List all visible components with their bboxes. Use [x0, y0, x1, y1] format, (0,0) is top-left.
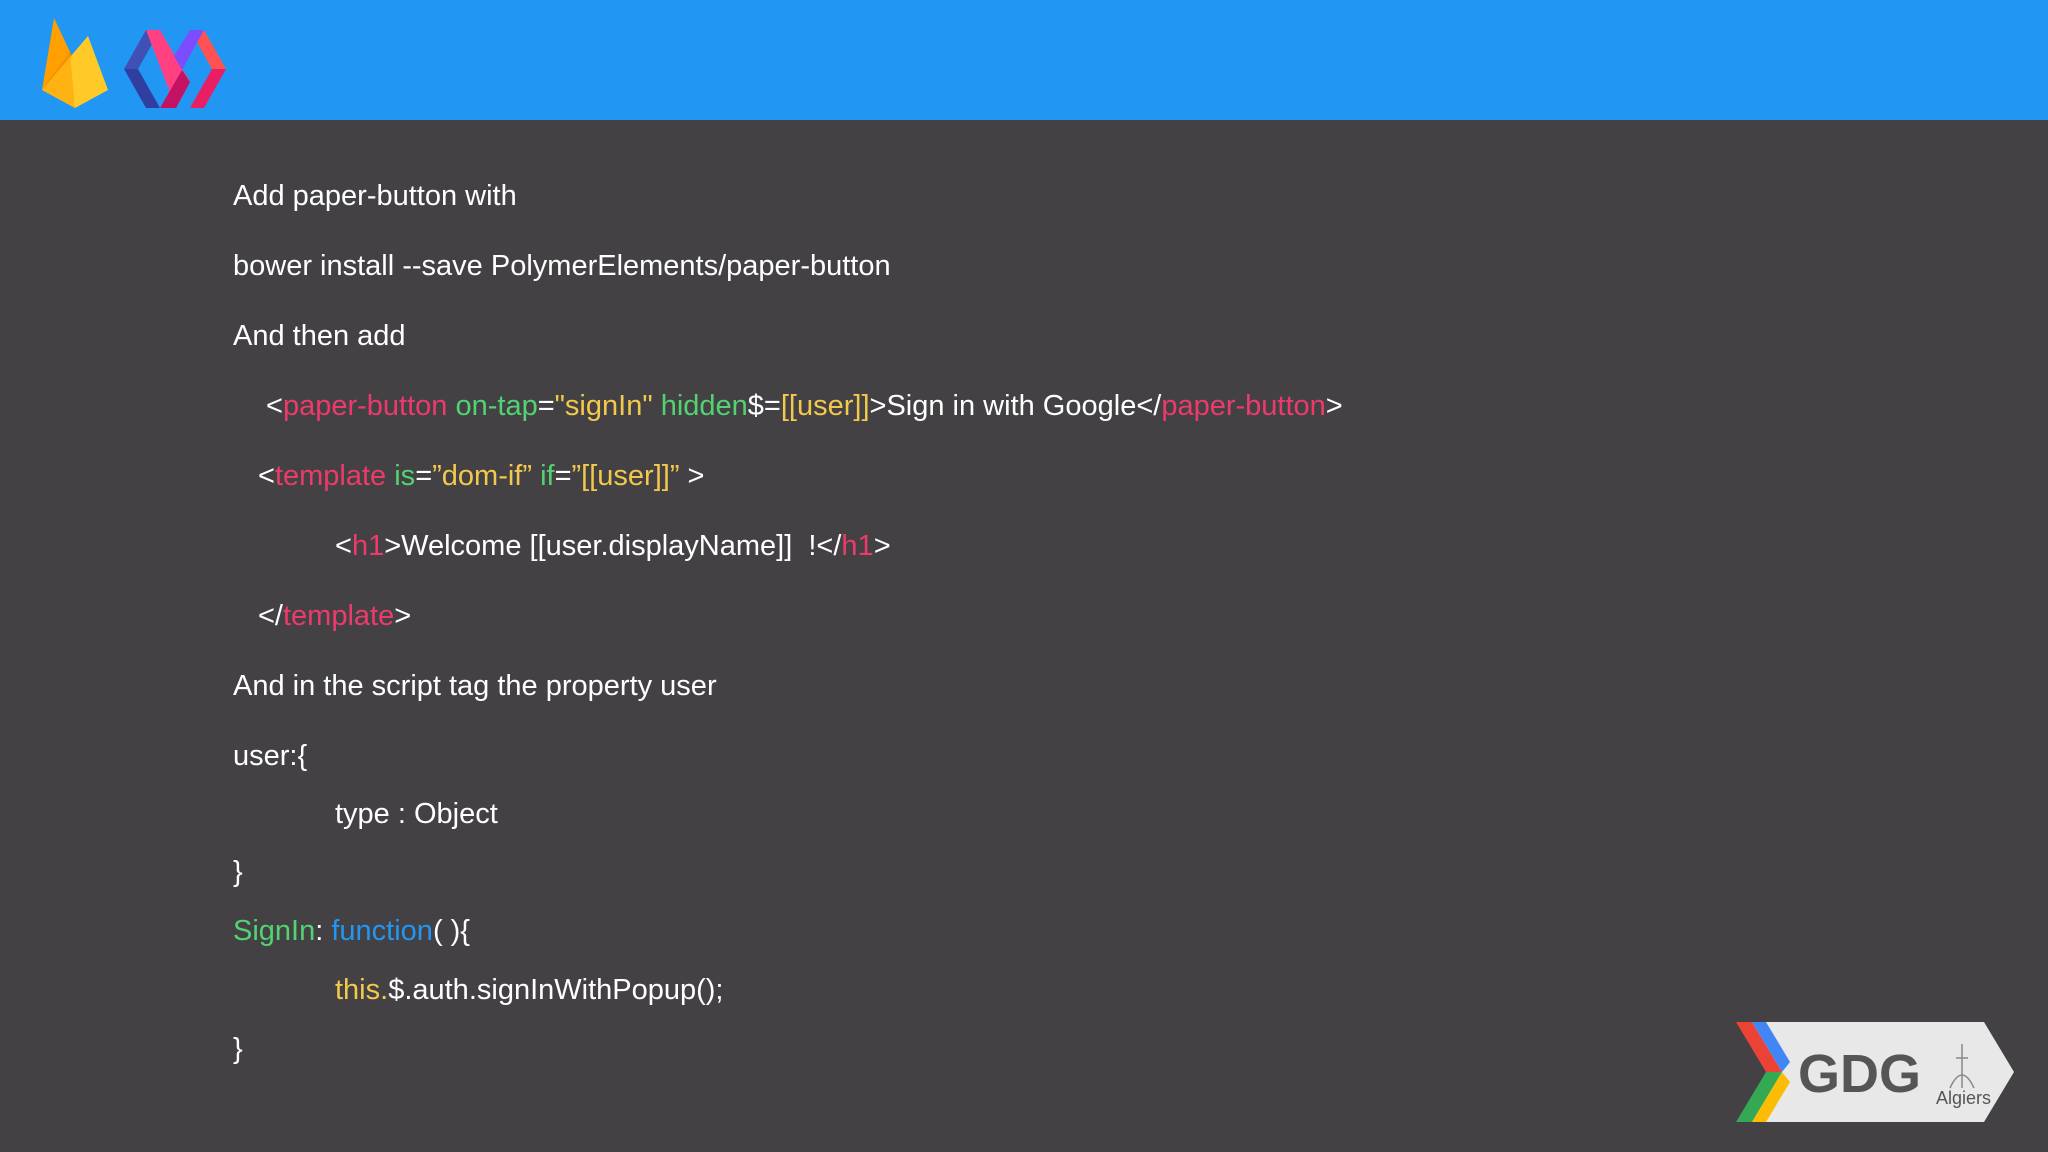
code-token: <: [335, 530, 352, 562]
code-token: <: [266, 390, 283, 422]
code-attr-value: ”[[user]]”: [571, 460, 680, 492]
code-token: >: [394, 600, 412, 632]
code-tag-name: h1: [351, 530, 385, 562]
code-tag-name: template: [283, 600, 395, 632]
text-line-and-then-add: And then add: [233, 320, 406, 352]
code-line-template-open: <template is=”dom-if” if=”[[user]]” >: [258, 458, 704, 494]
code-line-h1-welcome: <h1>Welcome [[user.displayName]] !</h1>: [335, 528, 891, 564]
slide-content: Add paper-button with bower install --sa…: [233, 0, 1833, 1152]
code-token: $=: [747, 390, 781, 422]
code-line-paper-button: <paper-button on-tap="signIn" hidden$=[[…: [266, 388, 1343, 424]
code-this-keyword: this.: [335, 974, 389, 1006]
code-attr-name: on-tap: [455, 390, 538, 422]
code-token: =: [415, 460, 433, 492]
code-token: :: [315, 915, 332, 947]
gdg-subtitle: Algiers: [1936, 1088, 1991, 1108]
code-token: =: [554, 460, 572, 492]
code-attr-value: [[user]]: [780, 390, 870, 422]
code-token: =: [537, 390, 555, 422]
code-line-function-close: }: [233, 1033, 243, 1065]
code-attr-name: if: [540, 460, 555, 492]
code-line-user-close: }: [233, 856, 243, 888]
code-line-template-close: </template>: [258, 598, 411, 634]
code-attr-name: hidden: [660, 390, 748, 422]
code-text: $.auth.signInWithPopup();: [388, 974, 724, 1006]
code-tag-name: paper-button: [282, 390, 448, 422]
code-keyword: function: [331, 915, 433, 947]
code-token: ( ){: [432, 915, 470, 947]
code-token: >: [1325, 390, 1343, 422]
code-text: >Welcome [[user.displayName]] !</: [384, 530, 842, 562]
slide: Add paper-button with bower install --sa…: [0, 0, 2048, 1152]
firebase-logo-icon: [42, 18, 108, 108]
code-tag-name: template: [274, 460, 387, 492]
code-attr-name: is: [394, 460, 416, 492]
code-token: >: [679, 460, 705, 492]
code-token: <: [258, 460, 275, 492]
polymer-logo-icon: [124, 30, 226, 108]
text-line-add-paper-button: Add paper-button with: [233, 180, 517, 212]
code-function-name: SignIn: [233, 915, 316, 947]
text-line-bower-install: bower install --save PolymerElements/pap…: [233, 250, 891, 282]
code-line-user-open: user:{: [233, 740, 308, 772]
code-tag-name: paper-button: [1161, 390, 1326, 422]
text-line-script-tag: And in the script tag the property user: [233, 670, 717, 702]
code-attr-value: ”dom-if”: [432, 460, 533, 492]
code-token: >: [873, 530, 891, 562]
code-line-signin-popup: this.$.auth.signInWithPopup();: [335, 972, 724, 1008]
code-line-signin-function: SignIn: function( ){: [233, 913, 470, 949]
code-text: >Sign in with Google</: [869, 390, 1162, 422]
gdg-title: GDG: [1798, 1044, 1921, 1104]
code-tag-name: h1: [841, 530, 874, 562]
code-attr-value: "signIn": [554, 390, 653, 422]
code-line-type-object: type : Object: [335, 798, 498, 830]
code-token: </: [258, 600, 283, 632]
gdg-algiers-badge: GDG Algiers: [1736, 1022, 2014, 1122]
